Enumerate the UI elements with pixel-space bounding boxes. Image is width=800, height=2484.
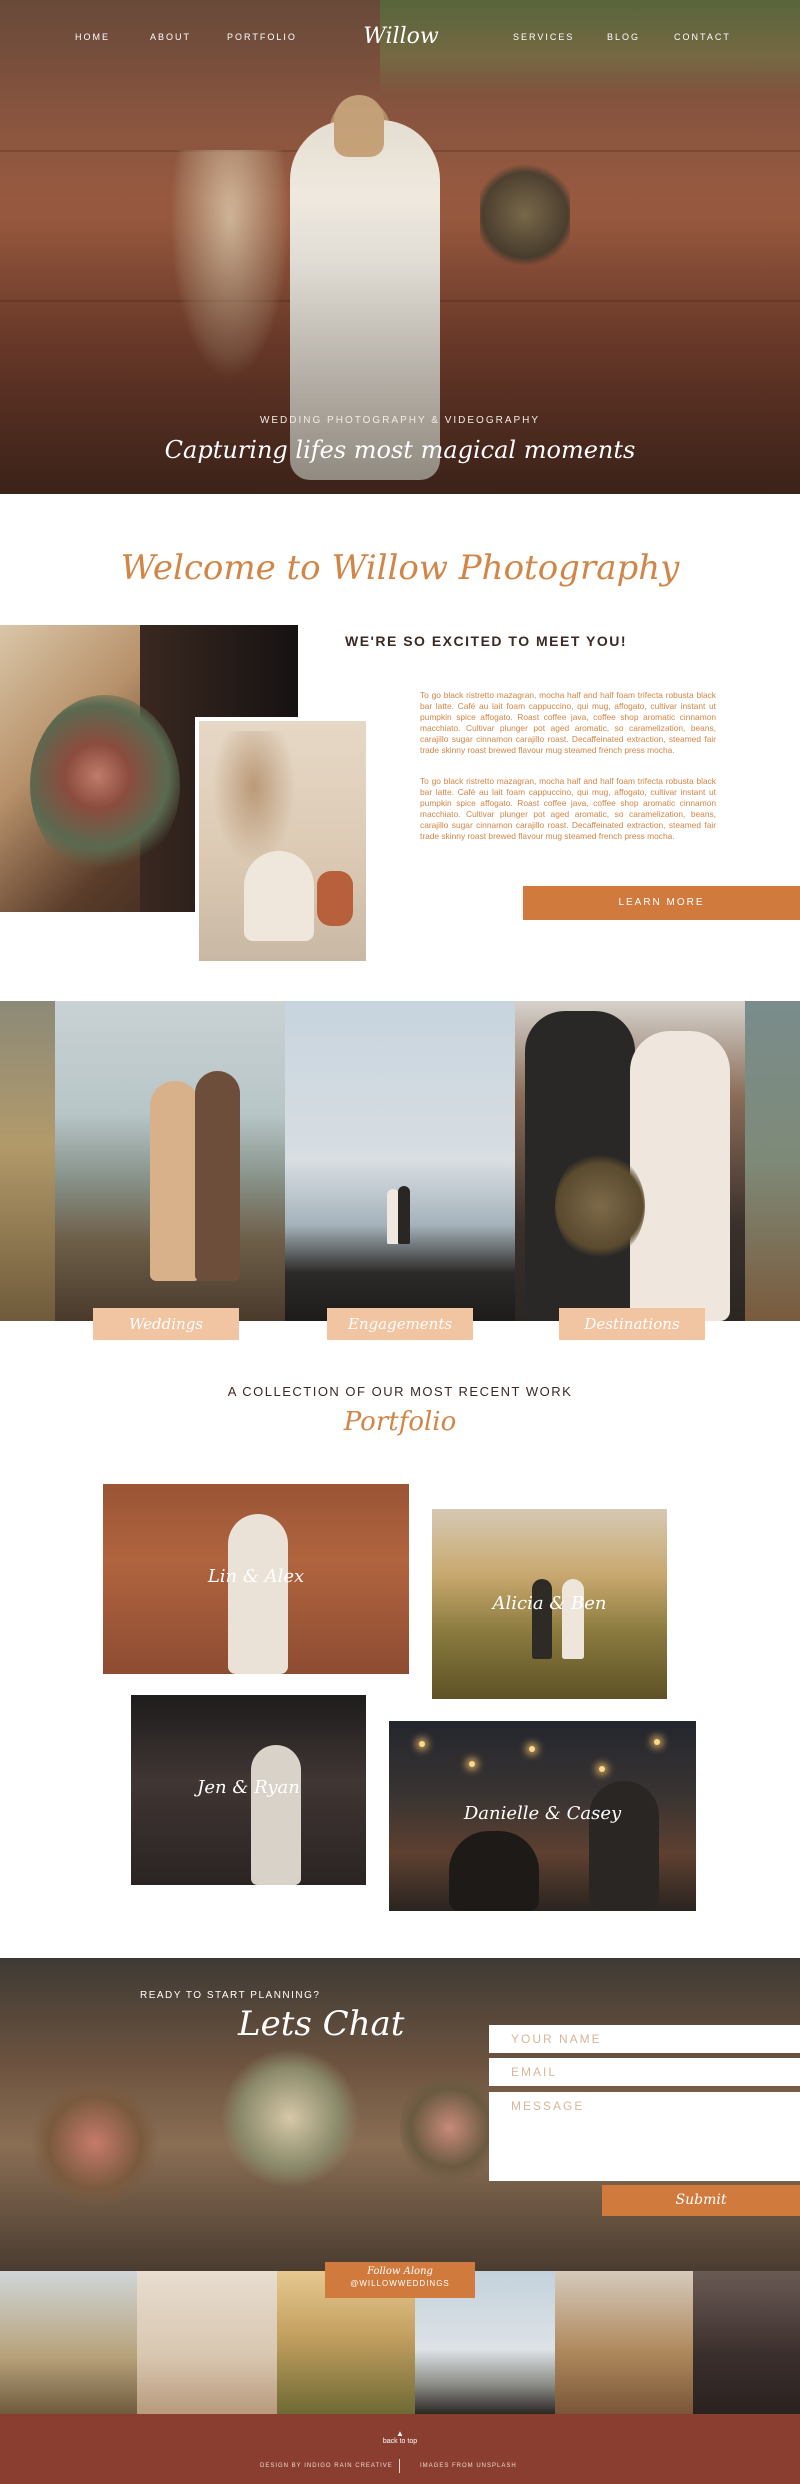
service-photo-weddings[interactable] — [55, 1001, 285, 1321]
top-navigation: HOME ABOUT PORTFOLIO Willow SERVICES BLO… — [0, 24, 800, 52]
boutonniere-flower — [220, 2048, 360, 2188]
portfolio-caption: Jen & Ryan — [197, 1777, 300, 1798]
footer-divider — [399, 2459, 400, 2473]
service-label-engagements[interactable]: Engagements — [327, 1308, 473, 1340]
back-to-top-label: back to top — [382, 2438, 418, 2445]
sparkler-light — [654, 1739, 660, 1745]
site-logo[interactable]: Willow — [356, 24, 446, 49]
follow-along-badge[interactable]: Follow Along @WILLOWWEDDINGS — [325, 2262, 475, 2298]
terracotta-vase — [317, 871, 353, 926]
instagram-photo[interactable] — [693, 2271, 800, 2414]
learn-more-button[interactable]: LEARN MORE — [523, 886, 800, 920]
bride-figure — [630, 1031, 730, 1321]
instagram-photo[interactable] — [555, 2271, 693, 2414]
welcome-title: Welcome to Willow Photography — [120, 548, 680, 588]
portfolio-card[interactable]: Alicia & Ben — [432, 1509, 667, 1699]
guest-figure — [589, 1781, 659, 1911]
welcome-paragraph-2: To go black ristretto mazagran, mocha ha… — [420, 776, 716, 841]
bride-figure — [251, 1745, 301, 1885]
sparkler-light — [529, 1746, 535, 1752]
nav-portfolio[interactable]: PORTFOLIO — [227, 32, 297, 42]
services-edge-photo — [0, 1001, 55, 1321]
portfolio-card[interactable]: Jen & Ryan — [131, 1695, 366, 1885]
guest-figure — [449, 1831, 539, 1911]
pampas-grass — [209, 731, 299, 871]
follow-along-label: Follow Along — [367, 2266, 433, 2277]
instagram-photo[interactable] — [0, 2271, 137, 2414]
sparkler-light — [419, 1741, 425, 1747]
groom-figure — [532, 1579, 552, 1659]
hero-tagline: Capturing lifes most magical moments — [164, 436, 636, 464]
email-field[interactable]: EMAIL — [489, 2058, 800, 2086]
nav-services[interactable]: SERVICES — [513, 32, 574, 42]
welcome-heading: WE'RE SO EXCITED TO MEET YOU! — [345, 633, 628, 649]
boutonniere-flower — [30, 2078, 160, 2208]
portfolio-card[interactable]: Danielle & Casey — [389, 1721, 696, 1911]
design-credit[interactable]: DESIGN BY INDIGO RAIN CREATIVE — [260, 2463, 393, 2469]
seated-bride-photo — [195, 717, 370, 965]
services-edge-photo — [745, 1001, 800, 1321]
sparkler-light — [469, 1761, 475, 1767]
nav-home[interactable]: HOME — [75, 32, 110, 42]
image-credit[interactable]: IMAGES FROM UNSPLASH — [420, 2463, 517, 2469]
service-label-weddings[interactable]: Weddings — [93, 1308, 239, 1340]
portfolio-card[interactable]: Lin & Alex — [103, 1484, 409, 1674]
contact-kicker: READY TO START PLANNING? — [140, 1990, 321, 2001]
instagram-photo[interactable] — [137, 2271, 277, 2414]
portfolio-caption: Alicia & Ben — [492, 1593, 607, 1614]
bride-figure — [228, 1514, 288, 1674]
groom-figure — [398, 1186, 410, 1244]
submit-button[interactable]: Submit — [602, 2185, 800, 2216]
welcome-paragraph-1: To go black ristretto mazagran, mocha ha… — [420, 690, 716, 755]
groom-figure — [195, 1071, 240, 1281]
seated-bride — [244, 851, 314, 941]
boutonniere-flower — [400, 2068, 500, 2188]
bride-figure — [150, 1081, 200, 1281]
sparkler-light — [599, 1766, 605, 1772]
instagram-handle: @WILLOWWEDDINGS — [350, 2279, 450, 2288]
footer — [0, 2414, 800, 2484]
hero-subtitle: WEDDING PHOTOGRAPHY & VIDEOGRAPHY — [259, 415, 541, 426]
service-photo-destinations[interactable] — [515, 1001, 745, 1321]
message-field[interactable]: MESSAGE — [489, 2092, 800, 2181]
bride-figure — [562, 1579, 584, 1659]
arrow-up-icon: ▲ — [396, 2429, 404, 2438]
name-field[interactable]: YOUR NAME — [489, 2025, 800, 2053]
service-label-destinations[interactable]: Destinations — [559, 1308, 705, 1340]
portfolio-title: Portfolio — [343, 1407, 457, 1437]
service-photo-engagements[interactable] — [285, 1001, 515, 1321]
portfolio-caption: Lin & Alex — [207, 1566, 305, 1587]
bouquet-figure — [555, 1151, 645, 1261]
portfolio-intro: A COLLECTION OF OUR MOST RECENT WORK — [227, 1384, 573, 1399]
contact-title: Lets Chat — [238, 2004, 405, 2044]
nav-contact[interactable]: CONTACT — [674, 32, 731, 42]
back-to-top-link[interactable]: ▲ back to top — [0, 2429, 800, 2446]
nav-about[interactable]: ABOUT — [150, 32, 191, 42]
portfolio-caption: Danielle & Casey — [463, 1803, 622, 1824]
bouquet-flowers — [30, 695, 180, 875]
nav-blog[interactable]: BLOG — [607, 32, 640, 42]
